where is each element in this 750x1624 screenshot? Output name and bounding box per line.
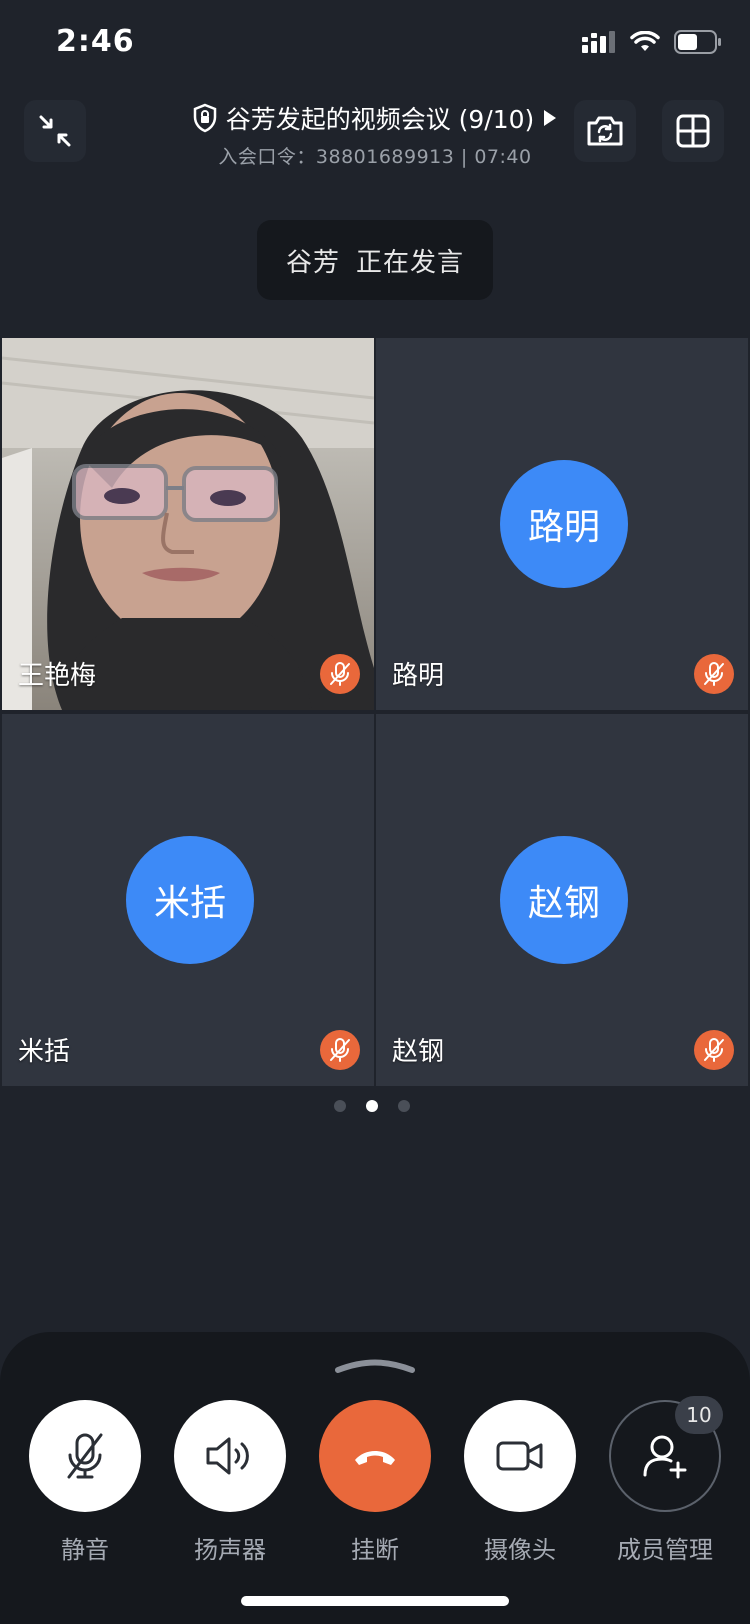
camera-label: 摄像头 [484, 1536, 556, 1564]
speaking-status: 正在发言 [356, 247, 465, 278]
meeting-title: 谷芳发起的视频会议 (9/10) [225, 105, 535, 134]
participant-name: 赵钢 [392, 1037, 445, 1067]
avatar: 米括 [126, 836, 254, 964]
switch-camera-button[interactable] [574, 100, 636, 162]
add-member-icon [643, 1435, 687, 1479]
mic-muted-indicator [320, 654, 360, 694]
speaker-label: 扬声器 [194, 1536, 266, 1564]
play-icon [544, 110, 557, 126]
participant-tile[interactable]: 王艳梅 [2, 338, 374, 710]
hangup-icon [355, 1451, 395, 1465]
speaker-icon [206, 1437, 249, 1475]
mic-off-icon [704, 662, 724, 686]
participant-name: 路明 [392, 661, 445, 691]
mute-button[interactable]: 静音 [29, 1400, 141, 1565]
mic-muted-indicator [694, 654, 734, 694]
lock-shield-icon [193, 103, 216, 133]
hangup-label: 挂断 [351, 1536, 399, 1564]
status-icons [582, 30, 722, 54]
video-camera-icon [496, 1441, 543, 1471]
avatar: 赵钢 [500, 836, 628, 964]
meeting-info[interactable]: 谷芳发起的视频会议 (9/10) 入会口令：38801689913 | 07:4… [150, 100, 600, 169]
hangup-circle[interactable] [319, 1400, 431, 1512]
hangup-button[interactable]: 挂断 [319, 1400, 431, 1565]
mic-muted-indicator [694, 1030, 734, 1070]
speaker-name: 谷芳 [285, 247, 340, 278]
page-dot[interactable] [334, 1100, 346, 1112]
grid-layout-icon [676, 114, 710, 148]
camera-circle[interactable] [464, 1400, 576, 1512]
members-label: 成员管理 [617, 1536, 713, 1564]
members-circle[interactable]: 10 [609, 1396, 723, 1512]
participant-tile[interactable]: 路明 路明 [376, 338, 748, 710]
minimize-button[interactable] [24, 100, 86, 162]
member-count-badge: 10 [675, 1396, 723, 1434]
page-dot[interactable] [398, 1100, 410, 1112]
minimize-icon [39, 115, 71, 147]
mic-off-icon [330, 662, 350, 686]
home-indicator[interactable] [241, 1596, 509, 1606]
participant-tile[interactable]: 赵钢 赵钢 [376, 714, 748, 1086]
grid-layout-button[interactable] [662, 100, 724, 162]
meeting-passcode: 入会口令：38801689913 | 07:40 [218, 146, 532, 168]
participant-name: 王艳梅 [18, 661, 97, 691]
mic-muted-indicator [320, 1030, 360, 1070]
wifi-icon [630, 31, 660, 51]
mic-off-icon [330, 1038, 350, 1062]
speaker-button[interactable]: 扬声器 [174, 1400, 286, 1565]
speaker-circle[interactable] [174, 1400, 286, 1512]
speaking-indicator: 谷芳 正在发言 [257, 220, 493, 300]
expand-handle-icon[interactable] [334, 1358, 416, 1374]
avatar: 路明 [500, 460, 628, 588]
members-button[interactable]: 10 成员管理 [609, 1396, 723, 1565]
participant-name: 米括 [18, 1037, 71, 1067]
mic-off-icon [704, 1038, 724, 1062]
signal-icon [582, 31, 615, 53]
participant-tile[interactable]: 米括 米括 [2, 714, 374, 1086]
mute-label: 静音 [61, 1536, 109, 1564]
mic-off-icon [67, 1433, 103, 1479]
camera-button[interactable]: 摄像头 [464, 1400, 576, 1565]
status-time: 2:46 [56, 24, 135, 59]
battery-icon [674, 30, 721, 54]
page-dot-active[interactable] [366, 1100, 378, 1112]
page-indicator[interactable] [334, 1100, 410, 1112]
switch-camera-icon [587, 116, 623, 146]
mute-circle[interactable] [29, 1400, 141, 1512]
